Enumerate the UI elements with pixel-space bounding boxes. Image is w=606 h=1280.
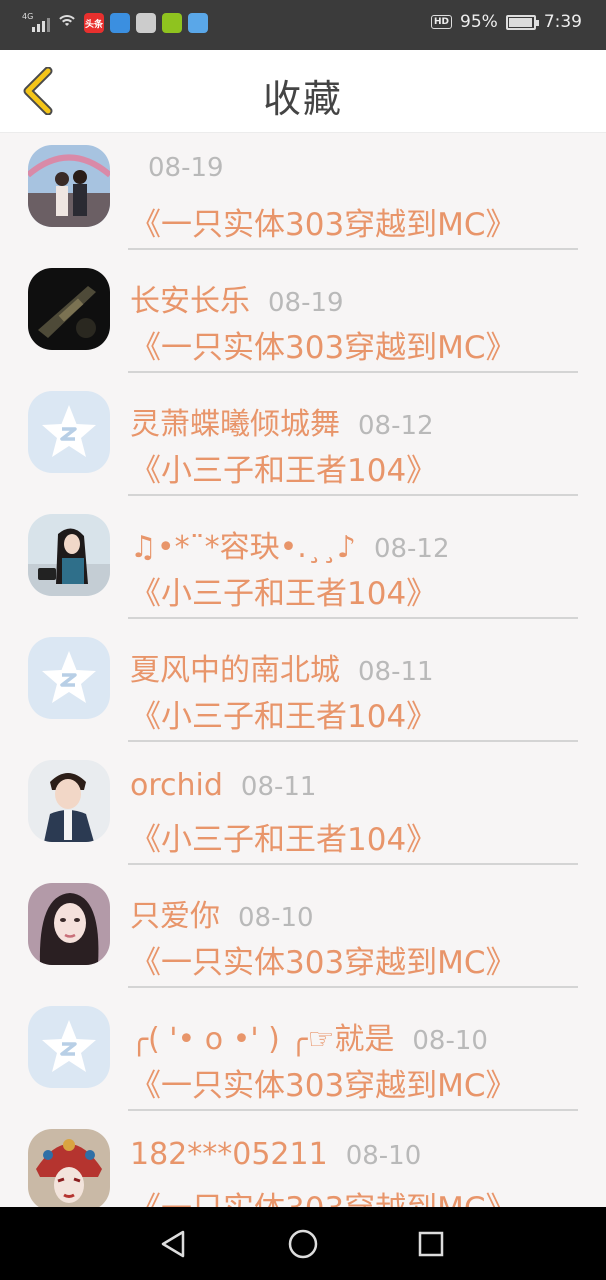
page-title: 收藏 bbox=[262, 77, 343, 121]
book-title-link[interactable]: 《小三子和王者104》 bbox=[130, 445, 578, 490]
favorite-item[interactable]: 182***05211 08-10 《一只实体303穿越到MC》 bbox=[0, 1117, 606, 1207]
favorite-item[interactable]: ╭( '• o •' ) ╭☞就是 08-10 《一只实体303穿越到MC》 bbox=[0, 994, 606, 1117]
favorite-item[interactable]: 长安长乐 08-19 《一只实体303穿越到MC》 bbox=[0, 256, 606, 379]
favorite-item[interactable]: 灵萧蝶曦倾城舞 08-12 《小三子和王者104》 bbox=[0, 379, 606, 502]
divider bbox=[128, 986, 578, 988]
avatar[interactable] bbox=[28, 145, 110, 227]
favorite-date: 08-19 bbox=[148, 153, 224, 183]
book-title-link[interactable]: 《一只实体303穿越到MC》 bbox=[130, 322, 578, 367]
favorite-date: 08-12 bbox=[358, 411, 434, 441]
title-bar: 收藏 bbox=[0, 50, 606, 133]
avatar[interactable] bbox=[28, 883, 110, 965]
avatar[interactable] bbox=[28, 268, 110, 350]
status-right: HD 95% 7:39 bbox=[431, 12, 582, 32]
hd-icon: HD bbox=[431, 15, 453, 29]
favorite-date: 08-10 bbox=[238, 903, 314, 933]
default-avatar-icon[interactable] bbox=[28, 1006, 110, 1088]
favorite-item[interactable]: 08-19 《一只实体303穿越到MC》 bbox=[0, 133, 606, 256]
favorite-text: ╭( '• o •' ) ╭☞就是 08-10 《一只实体303穿越到MC》 bbox=[130, 1014, 578, 1105]
book-title-link[interactable]: 《小三子和王者104》 bbox=[130, 814, 578, 859]
nav-back-button[interactable] bbox=[154, 1225, 192, 1263]
avatar[interactable] bbox=[28, 514, 110, 596]
nav-home-button[interactable] bbox=[284, 1225, 322, 1263]
divider bbox=[128, 1109, 578, 1111]
favorite-item[interactable]: 只爱你 08-10 《一只实体303穿越到MC》 bbox=[0, 871, 606, 994]
nav-home-icon bbox=[288, 1229, 318, 1259]
favorite-text: ♫•*¨*容玦•.¸¸♪ 08-12 《小三子和王者104》 bbox=[130, 522, 578, 613]
favorite-text: 182***05211 08-10 《一只实体303穿越到MC》 bbox=[130, 1137, 578, 1207]
user-name[interactable]: ╭( '• o •' ) ╭☞就是 bbox=[130, 1014, 394, 1058]
user-name[interactable]: orchid bbox=[130, 768, 223, 803]
divider bbox=[128, 617, 578, 619]
divider bbox=[128, 371, 578, 373]
user-name[interactable]: 夏风中的南北城 bbox=[130, 645, 340, 689]
network-type: 4G bbox=[22, 12, 34, 21]
battery-percent: 95% bbox=[460, 12, 498, 32]
book-title-link[interactable]: 《小三子和王者104》 bbox=[130, 568, 578, 613]
battery-icon bbox=[505, 14, 539, 30]
book-title-link[interactable]: 《一只实体303穿越到MC》 bbox=[130, 1183, 578, 1207]
divider bbox=[128, 248, 578, 250]
favorite-text: 08-19 《一只实体303穿越到MC》 bbox=[130, 153, 578, 244]
favorite-date: 08-19 bbox=[268, 288, 344, 318]
book-title-link[interactable]: 《小三子和王者104》 bbox=[130, 691, 578, 736]
favorite-text: 长安长乐 08-19 《一只实体303穿越到MC》 bbox=[130, 276, 578, 367]
signal-icon: 4G bbox=[22, 12, 50, 32]
book-title-link[interactable]: 《一只实体303穿越到MC》 bbox=[130, 1060, 578, 1105]
divider bbox=[128, 494, 578, 496]
toutiao-app-icon: 头条 bbox=[84, 13, 104, 33]
book-title-link[interactable]: 《一只实体303穿越到MC》 bbox=[130, 937, 578, 982]
favorite-date: 08-11 bbox=[358, 657, 434, 687]
favorite-date: 08-10 bbox=[345, 1141, 422, 1171]
user-name[interactable]: ♫•*¨*容玦•.¸¸♪ bbox=[130, 522, 356, 566]
divider bbox=[128, 863, 578, 865]
user-name[interactable]: 灵萧蝶曦倾城舞 bbox=[130, 399, 340, 443]
divider bbox=[128, 740, 578, 742]
nav-back-icon bbox=[161, 1230, 185, 1258]
book-title-link[interactable]: 《一只实体303穿越到MC》 bbox=[130, 199, 578, 244]
chat-bubble-icon bbox=[136, 13, 156, 33]
favorite-item[interactable]: ♫•*¨*容玦•.¸¸♪ 08-12 《小三子和王者104》 bbox=[0, 502, 606, 625]
favorite-date: 08-12 bbox=[373, 534, 450, 564]
favorite-item[interactable]: 夏风中的南北城 08-11 《小三子和王者104》 bbox=[0, 625, 606, 748]
favorite-item[interactable]: orchid 08-11 《小三子和王者104》 bbox=[0, 748, 606, 871]
favorite-text: 灵萧蝶曦倾城舞 08-12 《小三子和王者104》 bbox=[130, 399, 578, 490]
nav-recents-icon bbox=[418, 1231, 444, 1257]
favorites-list[interactable]: 08-19 《一只实体303穿越到MC》 长安长乐 08-19 《一只实体303穿越到M… bbox=[0, 133, 606, 1207]
favorite-text: 夏风中的南北城 08-11 《小三子和王者104》 bbox=[130, 645, 578, 736]
plane-app-icon bbox=[188, 13, 208, 33]
circle-app-icon bbox=[110, 13, 130, 33]
favorite-text: 只爱你 08-10 《一只实体303穿越到MC》 bbox=[130, 891, 578, 982]
avatar[interactable] bbox=[28, 760, 110, 842]
notification-icons: 头条 bbox=[84, 13, 208, 33]
status-left: 4G 头条 bbox=[22, 12, 208, 33]
navigation-bar bbox=[0, 1207, 606, 1280]
default-avatar-icon[interactable] bbox=[28, 391, 110, 473]
green-app-icon bbox=[162, 13, 182, 33]
user-name[interactable]: 182***05211 bbox=[130, 1137, 328, 1172]
nav-recents-button[interactable] bbox=[412, 1225, 450, 1263]
user-name[interactable]: 长安长乐 bbox=[130, 276, 250, 320]
favorite-date: 08-11 bbox=[240, 772, 317, 802]
avatar[interactable] bbox=[28, 1129, 110, 1207]
status-bar: 4G 头条 HD 95% 7:39 bbox=[0, 0, 606, 50]
clock: 7:39 bbox=[543, 12, 582, 32]
wifi-icon bbox=[56, 14, 78, 32]
favorite-date: 08-10 bbox=[412, 1026, 488, 1056]
default-avatar-icon[interactable] bbox=[28, 637, 110, 719]
favorite-text: orchid 08-11 《小三子和王者104》 bbox=[130, 768, 578, 859]
user-name[interactable]: 只爱你 bbox=[130, 891, 220, 935]
